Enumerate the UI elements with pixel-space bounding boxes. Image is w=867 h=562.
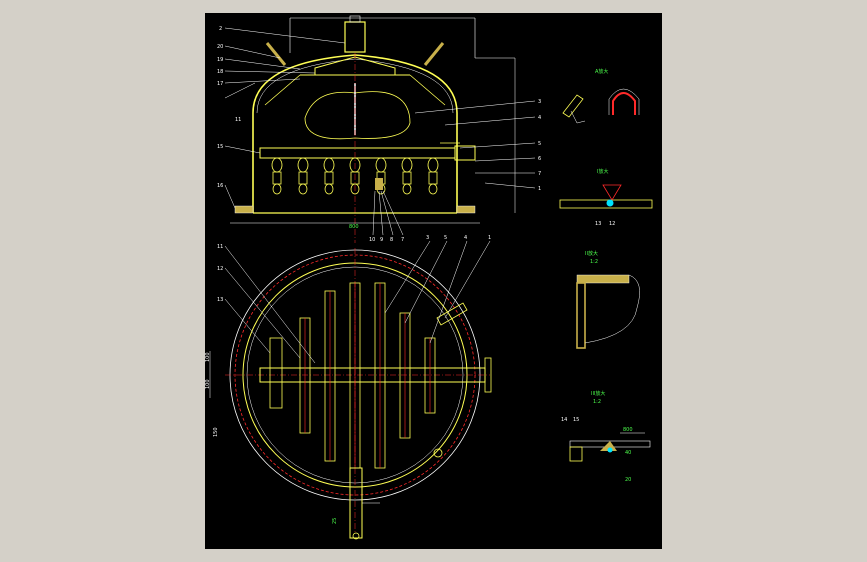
- leader-label: 15: [217, 144, 223, 150]
- leader-label: 6: [538, 156, 541, 162]
- leader-label: 20: [217, 44, 223, 50]
- leader-label: 7: [538, 171, 541, 177]
- header-pipe: [259, 147, 456, 159]
- weld-label: 12: [609, 221, 615, 227]
- front-view: 2 20 19 18 17 11 15 16 3 4 5 6 7 1 10 9: [217, 15, 541, 243]
- detail-scale: 1:2: [590, 259, 598, 265]
- outlet-label: 25: [332, 518, 338, 524]
- leader-label: 17: [217, 81, 223, 87]
- nozzle-icon: [606, 199, 614, 207]
- weld-label: 14: [561, 417, 567, 423]
- weld-label: 15: [573, 417, 579, 423]
- leader-label: 4: [464, 235, 467, 241]
- detail-c-title: II放大: [585, 250, 598, 257]
- detail-dimension: 20: [625, 477, 631, 483]
- detail-a-title: A放大: [595, 68, 608, 75]
- leader-label: 11: [217, 244, 223, 250]
- detail-dimension: 40: [625, 450, 631, 456]
- bottom-label: 8: [390, 237, 393, 243]
- leader-label: 19: [217, 57, 223, 63]
- leader-label: 3: [538, 99, 541, 105]
- bottom-label: 7: [401, 237, 404, 243]
- inlet-nozzle: [454, 145, 476, 161]
- detail-scale: 1:2: [593, 399, 601, 405]
- side-dimension: 100: [205, 379, 211, 389]
- outlet-pipe: [349, 467, 363, 539]
- weld-label: 13: [595, 221, 601, 227]
- width-dimension: 800: [349, 224, 359, 230]
- plan-view: 11 12 13 3 5 4 1 100 100 150 25: [205, 235, 492, 540]
- side-dimension: 150: [213, 427, 219, 437]
- detail-d-title: III放大: [591, 390, 605, 397]
- leader-label: 1: [488, 235, 491, 241]
- leader-label: 1: [538, 186, 541, 192]
- leader-label: 3: [426, 235, 429, 241]
- cad-drawing: 2 20 19 18 17 11 15 16 3 4 5 6 7 1 10 9: [205, 15, 653, 540]
- side-dimension: 100: [205, 352, 211, 362]
- bottom-label: 9: [380, 237, 383, 243]
- top-nozzle: [344, 21, 366, 53]
- leader-label: 13: [217, 297, 223, 303]
- leader-label: 5: [444, 235, 447, 241]
- bottom-label: 10: [369, 237, 375, 243]
- leader-label: 11: [235, 117, 241, 123]
- details: A放大 I放大 13 12 II放大 1:2 III放大 1:2 14 15 8…: [559, 68, 653, 483]
- leader-label: 12: [217, 266, 223, 272]
- leader-label: 18: [217, 69, 223, 75]
- detail-dimension: 800: [623, 427, 633, 433]
- leader-label: 2: [219, 26, 222, 32]
- plan-laterals: [299, 282, 436, 469]
- detail-b-title: I放大: [597, 168, 608, 175]
- leader-label: 16: [217, 183, 223, 189]
- leader-label: 4: [538, 115, 541, 121]
- leader-label: 5: [538, 141, 541, 147]
- flange-icon: [612, 92, 636, 115]
- drawing-sheet: 2 20 19 18 17 11 15 16 3 4 5 6 7 1 10 9: [205, 13, 662, 549]
- weld-symbol-icon: [562, 94, 584, 118]
